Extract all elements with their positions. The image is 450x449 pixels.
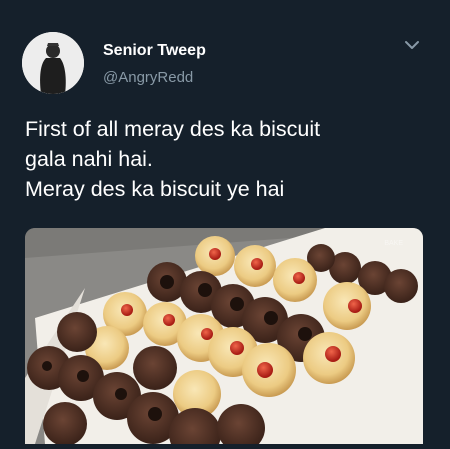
tweet-text-line: Meray des ka biscuit ye hai: [25, 177, 285, 201]
tweet-text-line: First of all meray des ka biscuit: [25, 117, 321, 141]
display-name[interactable]: Senior Tweep: [103, 42, 206, 60]
tweet-card: Senior Tweep @AngryRedd First of all mer…: [0, 0, 450, 449]
user-handle[interactable]: @AngryRedd: [103, 69, 193, 86]
chevron-down-icon[interactable]: [404, 38, 420, 50]
watermark: BAKE: [384, 240, 403, 247]
avatar[interactable]: [22, 32, 84, 94]
avatar-silhouette-icon: [22, 32, 84, 94]
tweet-media-image[interactable]: BAKE: [25, 228, 423, 444]
tweet-text: First of all meray des ka biscuit gala n…: [25, 114, 435, 204]
cookies-photo: [25, 228, 423, 444]
tweet-text-line: gala nahi hai.: [25, 147, 153, 171]
